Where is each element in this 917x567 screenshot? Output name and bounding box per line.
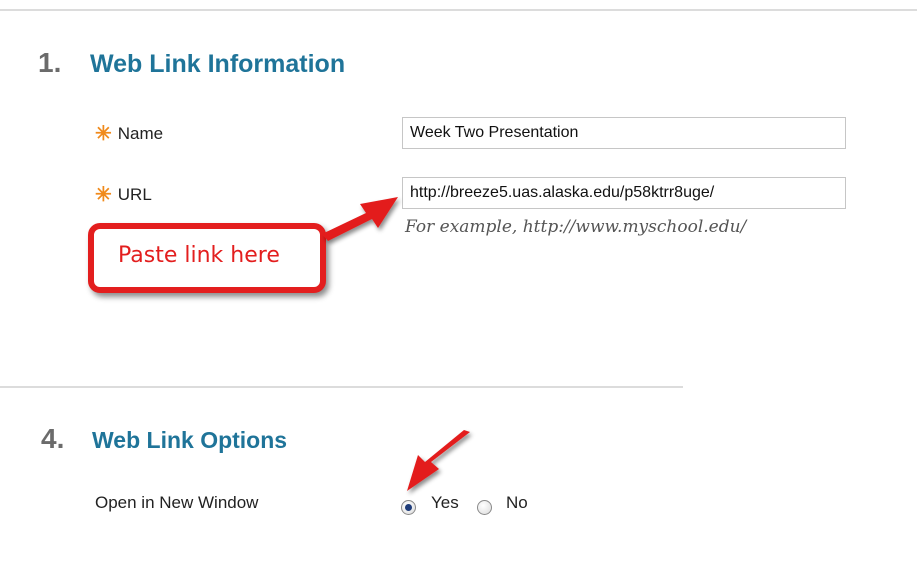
radio-no-label: No	[506, 493, 528, 512]
url-arrow-icon	[322, 197, 398, 241]
radio-arrow-icon	[407, 430, 470, 491]
section-title: Web Link Options	[92, 427, 288, 453]
section-divider	[0, 386, 683, 388]
annotation-arrow-icon	[322, 197, 470, 491]
radio-no[interactable]	[477, 500, 492, 515]
radio-yes[interactable]	[401, 500, 416, 515]
step-number: 4.	[41, 423, 65, 454]
open-new-window-label: Open in New Window	[95, 493, 259, 512]
radio-yes-label: Yes	[431, 493, 459, 512]
